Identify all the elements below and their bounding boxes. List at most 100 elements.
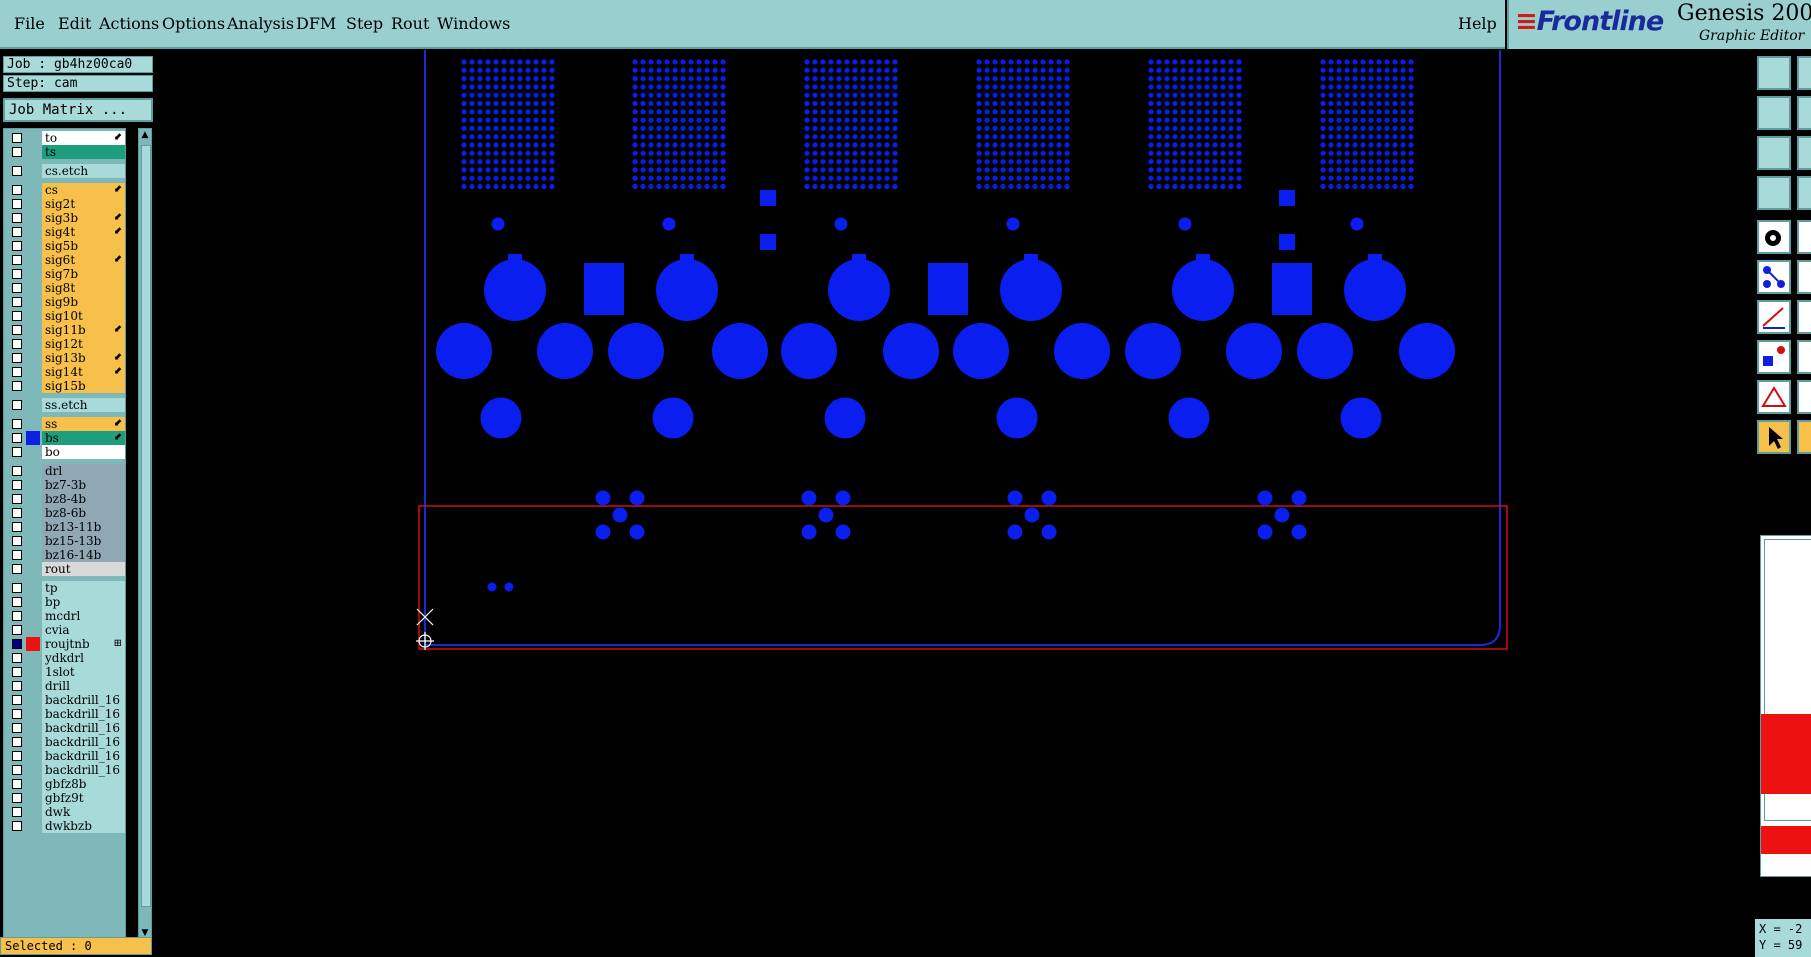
layer-name[interactable]: mcdrl [42,609,125,623]
layer-color-swatch[interactable] [26,637,40,651]
layer-name[interactable]: to ⬋ [42,131,125,145]
layer-row[interactable]: cs.etch [4,164,125,178]
layer-row[interactable]: sig13b ⬋ [4,351,125,365]
layer-checkbox[interactable] [12,653,22,663]
layer-name[interactable]: ydkdrl [42,651,125,665]
layer-row[interactable]: backdrill_16 [4,763,125,777]
layer-checkbox[interactable] [12,353,22,363]
layer-name[interactable]: sig11b ⬋ [42,323,125,337]
surface-icon[interactable] [1757,340,1791,374]
menu-options[interactable]: Options [162,14,225,33]
layer-name[interactable]: 1slot [42,665,125,679]
layer-name[interactable]: dwkbzb [42,819,125,833]
toolbar-extra-button[interactable] [1797,176,1811,210]
layer-name[interactable]: sig14t ⬋ [42,365,125,379]
layer-name[interactable]: ss.etch [42,398,125,412]
layer-row[interactable]: backdrill_16 [4,693,125,707]
menu-edit[interactable]: Edit [58,14,91,33]
layer-row[interactable]: cvia [4,623,125,637]
toolbar-extra-button[interactable] [1797,340,1811,374]
layer-row[interactable]: tp [4,581,125,595]
layer-checkbox[interactable] [12,536,22,546]
layer-row[interactable]: sig9b [4,295,125,309]
layer-row[interactable]: mcdrl [4,609,125,623]
layer-checkbox[interactable] [12,723,22,733]
scroll-thumb[interactable] [141,145,151,907]
menu-help[interactable]: Help [1458,14,1497,33]
layer-row[interactable]: sig2t [4,197,125,211]
layer-row[interactable]: ss.etch [4,398,125,412]
layer-name[interactable]: sig8t [42,281,125,295]
menu-file[interactable]: File [14,14,45,33]
layer-checkbox[interactable] [12,400,22,410]
layer-name[interactable]: sig5b [42,239,125,253]
layer-checkbox[interactable] [12,213,22,223]
layer-name[interactable]: gbfz8b [42,777,125,791]
layer-row[interactable]: 1slot [4,665,125,679]
layer-checkbox[interactable] [12,255,22,265]
layer-name[interactable]: backdrill_16 [42,749,125,763]
layer-checkbox[interactable] [12,283,22,293]
snap-icon[interactable] [1757,56,1791,90]
scroll-up-icon[interactable]: ▲ [140,130,150,140]
layer-row[interactable]: sig15b [4,379,125,393]
layer-checkbox[interactable] [12,166,22,176]
layer-name[interactable]: sig12t [42,337,125,351]
layer-name[interactable]: bz15-13b [42,534,125,548]
layer-checkbox[interactable] [12,447,22,457]
layer-row[interactable]: sig5b [4,239,125,253]
layer-row[interactable]: bz16-14b [4,548,125,562]
layer-name[interactable]: sig7b [42,267,125,281]
layer-checkbox[interactable] [12,339,22,349]
measure-icon[interactable] [1757,176,1791,210]
layer-name[interactable]: backdrill_16 [42,721,125,735]
layer-row[interactable]: roujtnb ⊞ [4,637,125,651]
layer-checkbox[interactable] [12,508,22,518]
graphic-canvas[interactable] [155,50,1755,957]
layer-row[interactable]: dwkbzb [4,819,125,833]
layer-checkbox[interactable] [12,625,22,635]
layer-checkbox[interactable] [12,550,22,560]
layer-checkbox[interactable] [12,147,22,157]
layer-checkbox[interactable] [12,419,22,429]
layer-checkbox[interactable] [12,793,22,803]
overview-minimap[interactable] [1760,535,1811,877]
layer-row[interactable]: bo [4,445,125,459]
layer-name[interactable]: sig2t [42,197,125,211]
layer-checkbox[interactable] [12,709,22,719]
layer-checkbox[interactable] [12,611,22,621]
menu-step[interactable]: Step [346,14,383,33]
toolbar-extra-button[interactable] [1797,96,1811,130]
layer-name[interactable]: cs ⬋ [42,183,125,197]
layer-name[interactable]: gbfz9t [42,791,125,805]
select-pointer-icon[interactable] [1757,420,1791,454]
toolbar-extra-button[interactable] [1797,220,1811,254]
layer-row[interactable]: sig14t ⬋ [4,365,125,379]
layer-checkbox[interactable] [12,522,22,532]
menu-analysis[interactable]: Analysis [227,14,294,33]
layer-checkbox[interactable] [12,695,22,705]
menu-windows[interactable]: Windows [437,14,510,33]
layer-row[interactable]: gbfz8b [4,777,125,791]
toolbar-extra-button[interactable] [1797,136,1811,170]
layer-name[interactable]: cs.etch [42,164,125,178]
toolbar-extra-button[interactable] [1797,300,1811,334]
layer-name[interactable]: bz8-6b [42,506,125,520]
layer-row[interactable]: gbfz9t [4,791,125,805]
layer-checkbox[interactable] [12,433,22,443]
layer-checkbox[interactable] [12,681,22,691]
layer-checkbox[interactable] [12,311,22,321]
layer-row[interactable]: backdrill_16 [4,721,125,735]
layer-checkbox[interactable] [12,807,22,817]
layer-row[interactable]: ts [4,145,125,159]
layer-checkbox[interactable] [12,667,22,677]
layer-row[interactable]: cs ⬋ [4,183,125,197]
layer-name[interactable]: drill [42,679,125,693]
layer-row[interactable]: bz8-4b [4,492,125,506]
layer-row[interactable]: ydkdrl [4,651,125,665]
layer-name[interactable]: backdrill_16 [42,693,125,707]
layer-row[interactable]: dwk [4,805,125,819]
layer-checkbox[interactable] [12,185,22,195]
layer-name[interactable]: bs ⬋ [42,431,125,445]
layer-row[interactable]: bz8-6b [4,506,125,520]
